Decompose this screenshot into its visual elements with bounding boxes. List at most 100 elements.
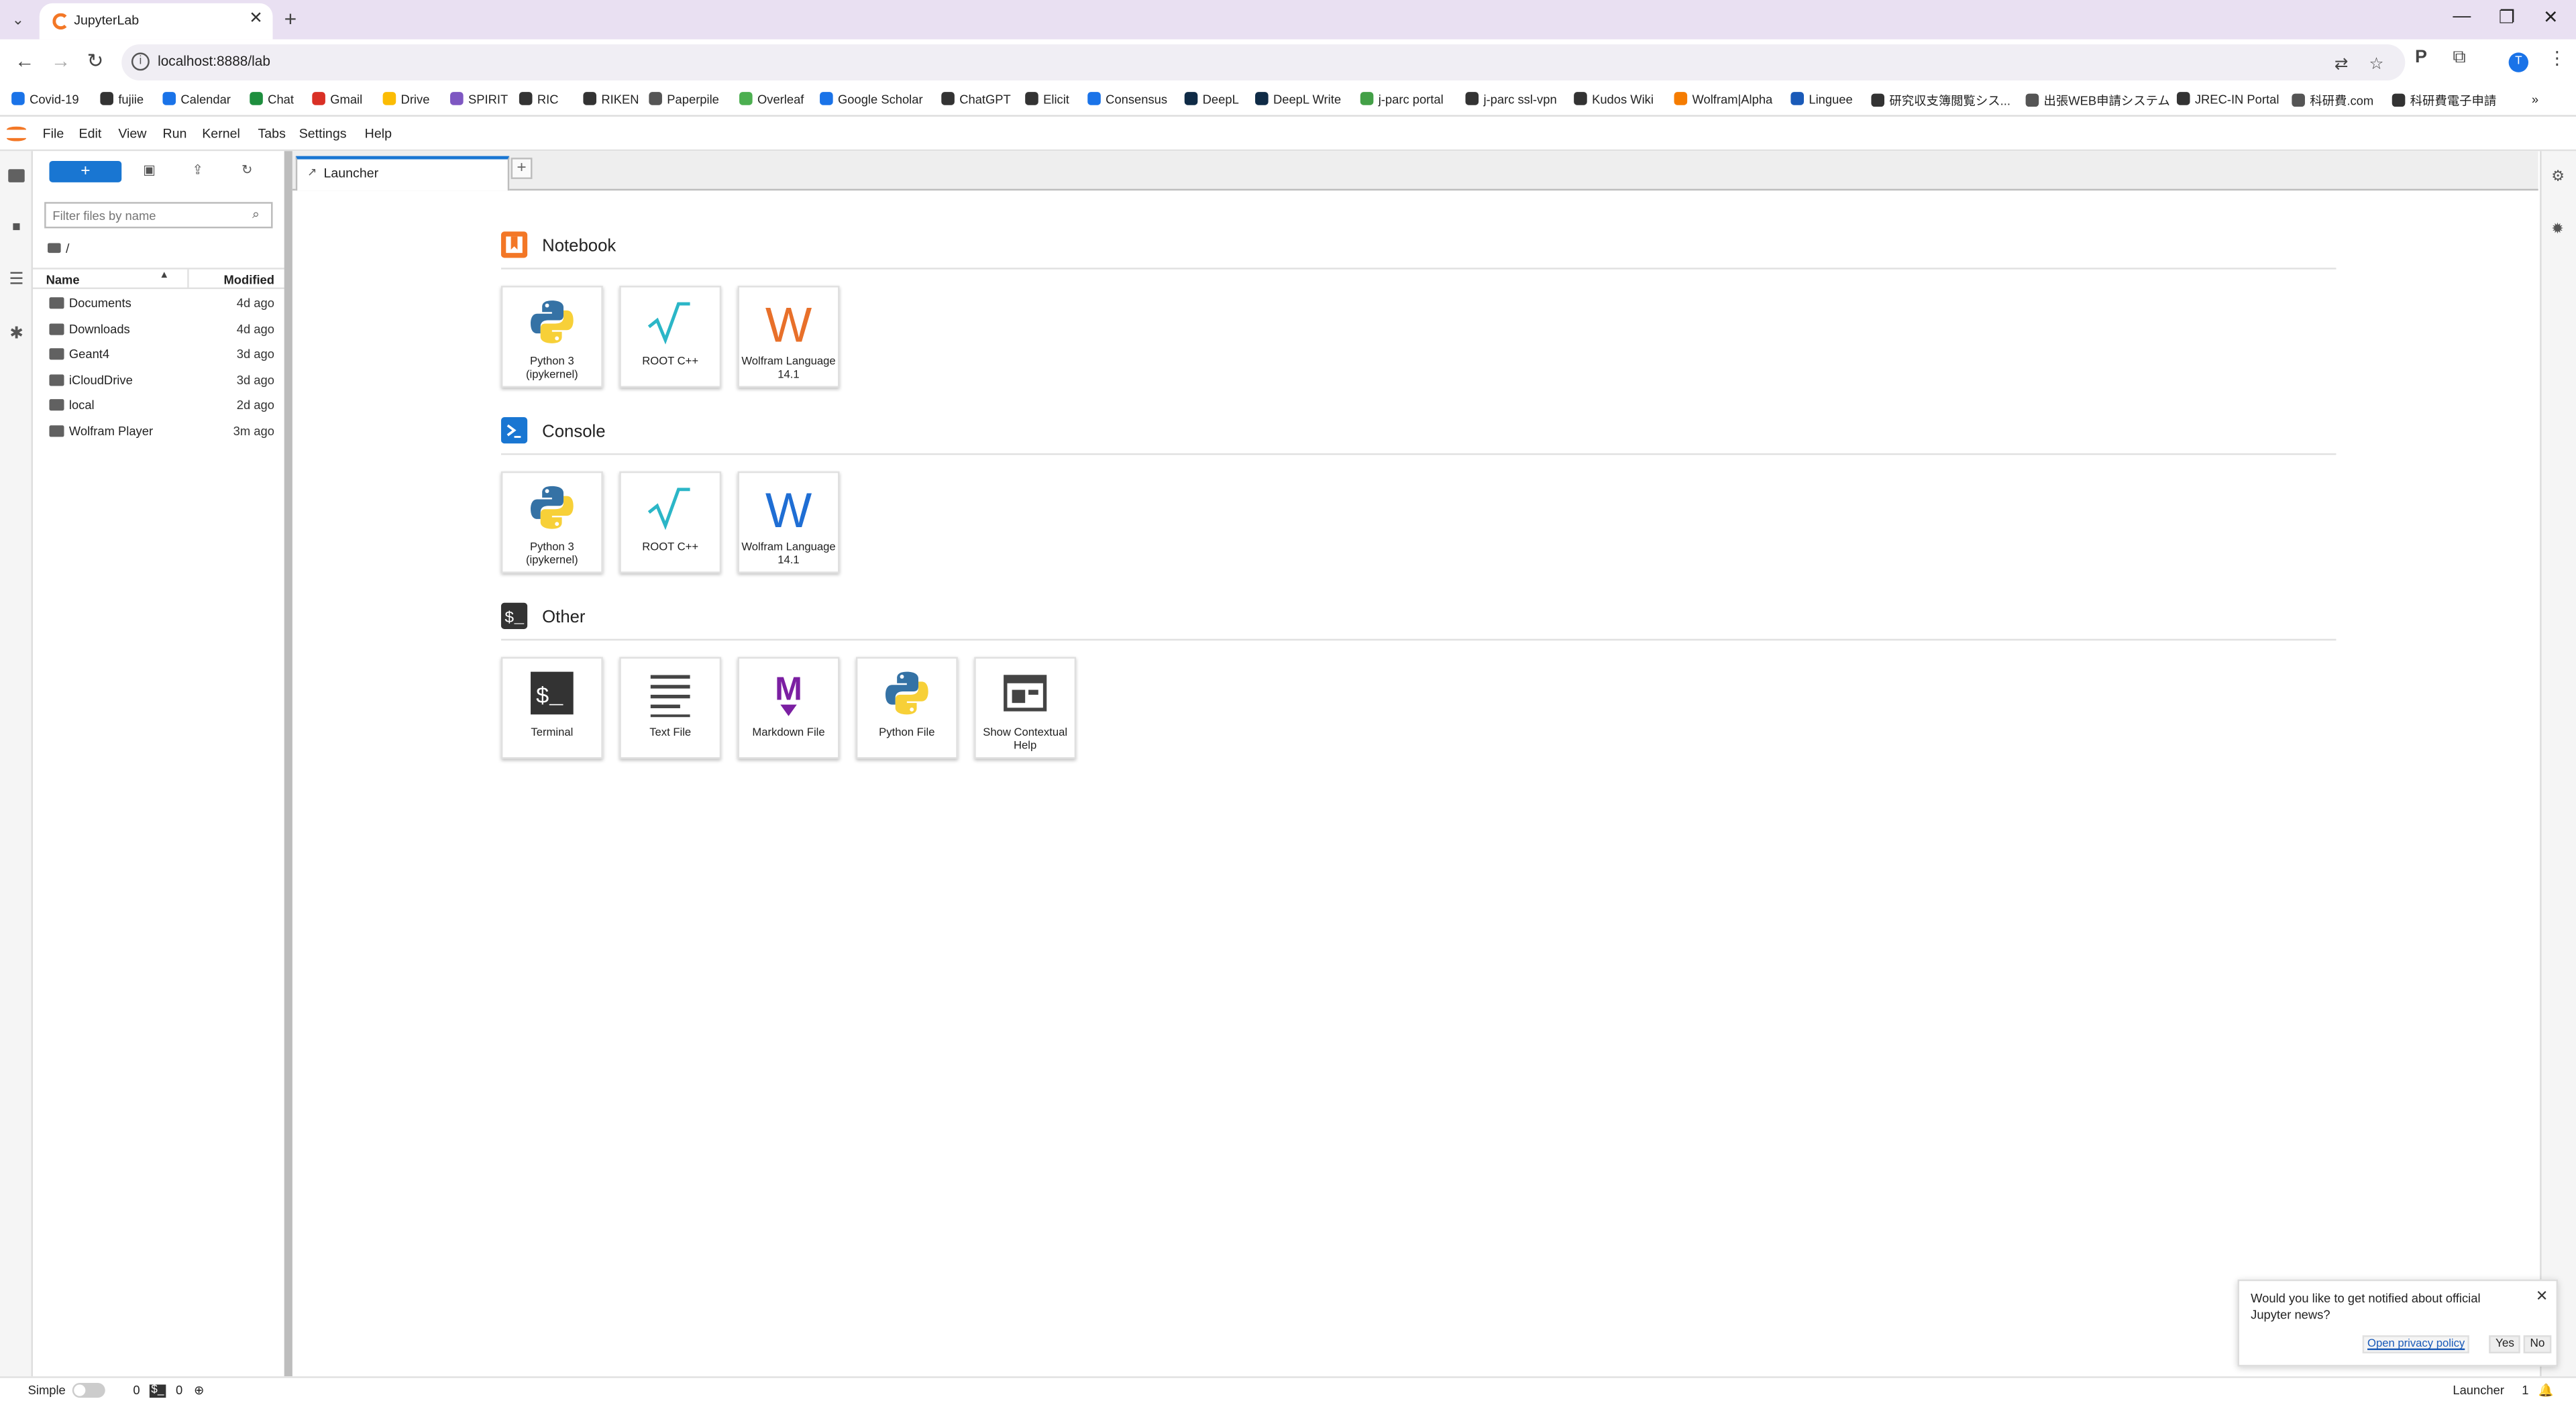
- table-of-contents-icon[interactable]: ☰: [7, 271, 26, 290]
- menu-file[interactable]: File: [43, 127, 64, 142]
- bookmark-item[interactable]: 科研費.com: [2292, 92, 2373, 110]
- bookmark-item[interactable]: Chat: [250, 92, 294, 107]
- file-browser-folder-icon[interactable]: [8, 169, 25, 182]
- menu-kernel[interactable]: Kernel: [202, 127, 240, 142]
- bookmark-star-icon[interactable]: ☆: [2369, 56, 2383, 74]
- file-filter-field[interactable]: [52, 207, 233, 225]
- column-modified-header[interactable]: Modified: [223, 273, 274, 288]
- menu-edit[interactable]: Edit: [79, 127, 102, 142]
- bookmark-item[interactable]: ChatGPT: [941, 92, 1011, 107]
- site-info-icon[interactable]: i: [131, 52, 150, 71]
- bookmark-item[interactable]: fujiie: [100, 92, 144, 107]
- language-globe-icon[interactable]: ⊕: [194, 1383, 204, 1398]
- bookmark-item[interactable]: Elicit: [1025, 92, 1069, 107]
- bookmark-item[interactable]: Consensus: [1087, 92, 1167, 107]
- bookmark-item[interactable]: 出張WEB申請システム: [2025, 92, 2170, 110]
- url-text[interactable]: localhost:8888/lab: [158, 52, 270, 68]
- tab-launcher[interactable]: ↗ Launcher: [295, 156, 510, 191]
- column-divider[interactable]: [187, 269, 189, 290]
- bookmark-item[interactable]: RIKEN: [583, 92, 639, 107]
- refresh-icon[interactable]: ↻: [241, 162, 252, 177]
- bookmark-item[interactable]: Kudos Wiki: [1574, 92, 1654, 107]
- new-folder-icon[interactable]: ▣: [143, 162, 156, 177]
- card-python-file[interactable]: Python File: [855, 657, 958, 759]
- card-terminal[interactable]: $_ Terminal: [500, 657, 603, 759]
- bookmark-item[interactable]: j-parc ssl-vpn: [1465, 92, 1557, 107]
- menu-tabs[interactable]: Tabs: [258, 127, 285, 142]
- bookmark-item[interactable]: Overleaf: [739, 92, 804, 107]
- breadcrumb-root[interactable]: /: [66, 241, 69, 256]
- close-tab-icon[interactable]: ✕: [249, 10, 263, 28]
- sort-ascending-icon[interactable]: ▲: [160, 271, 170, 281]
- avatar[interactable]: T: [2508, 52, 2529, 72]
- menu-view[interactable]: View: [118, 127, 146, 142]
- bookmark-item[interactable]: RIC: [519, 92, 558, 107]
- extensions-icon[interactable]: ⧉: [2453, 48, 2465, 69]
- privacy-policy-link[interactable]: Open privacy policy: [2362, 1335, 2470, 1353]
- bookmark-item[interactable]: Drive: [382, 92, 429, 107]
- running-kernels-icon[interactable]: ⏹: [7, 219, 26, 238]
- bookmark-item[interactable]: DeepL Write: [1255, 92, 1341, 107]
- new-launcher-tab-button[interactable]: +: [511, 158, 533, 179]
- restore-icon[interactable]: ❐: [2499, 7, 2515, 27]
- bookmark-item[interactable]: Paperpile: [649, 92, 719, 107]
- forward-icon[interactable]: →: [51, 49, 70, 72]
- card-console-wolfram[interactable]: W Wolfram Language 14.1: [737, 471, 840, 573]
- card-console-python3[interactable]: Python 3 (ipykernel): [500, 471, 603, 573]
- more-menu-icon[interactable]: ⋮: [2548, 48, 2566, 68]
- bookmark-item[interactable]: SPIRIT: [450, 92, 508, 107]
- file-filter-input[interactable]: ⌕: [44, 202, 273, 229]
- sidebar-splitter[interactable]: [284, 151, 292, 1377]
- menu-help[interactable]: Help: [365, 127, 392, 142]
- terminal-count[interactable]: 0: [176, 1383, 182, 1398]
- menu-run[interactable]: Run: [162, 127, 186, 142]
- bookmarks-overflow-icon[interactable]: »: [2532, 92, 2538, 107]
- column-name-header[interactable]: Name: [46, 273, 80, 288]
- file-list-item[interactable]: Downloads 4d ago: [33, 316, 284, 341]
- menu-settings[interactable]: Settings: [299, 127, 347, 142]
- yes-button[interactable]: Yes: [2489, 1335, 2521, 1353]
- paperpile-extension-icon[interactable]: P: [2415, 48, 2427, 67]
- file-list-item[interactable]: Geant4 3d ago: [33, 341, 284, 366]
- file-list-item[interactable]: Documents 4d ago: [33, 290, 284, 315]
- notification-count[interactable]: 1: [2522, 1383, 2528, 1398]
- file-list-item[interactable]: local 2d ago: [33, 392, 284, 417]
- bookmark-item[interactable]: Google Scholar: [820, 92, 923, 107]
- card-notebook-root-cpp[interactable]: ROOT C++: [619, 286, 722, 388]
- window-close-icon[interactable]: ✕: [2543, 7, 2559, 27]
- bookmark-item[interactable]: Calendar: [162, 92, 231, 107]
- bookmark-item[interactable]: Wolfram|Alpha: [1674, 92, 1772, 107]
- new-tab-icon[interactable]: +: [284, 7, 297, 32]
- upload-icon[interactable]: ⇪: [193, 162, 203, 177]
- bookmark-item[interactable]: Gmail: [312, 92, 362, 107]
- extension-manager-icon[interactable]: ✱: [7, 325, 26, 345]
- simple-mode-toggle[interactable]: [72, 1383, 105, 1398]
- translate-icon[interactable]: ⇄: [2334, 56, 2349, 74]
- card-markdown-file[interactable]: M Markdown File: [737, 657, 840, 759]
- reload-icon[interactable]: ↻: [87, 49, 104, 72]
- file-list-item[interactable]: Wolfram Player 3m ago: [33, 418, 284, 443]
- property-inspector-icon[interactable]: ⚙: [2551, 168, 2565, 186]
- notification-bell-icon[interactable]: 🔔: [2538, 1383, 2554, 1398]
- breadcrumb[interactable]: /: [48, 241, 69, 256]
- card-text-file[interactable]: Text File: [619, 657, 722, 759]
- bookmark-item[interactable]: 研究収支簿閲覧シス...: [1871, 92, 2010, 110]
- new-launcher-button[interactable]: +: [49, 161, 122, 182]
- bookmark-item[interactable]: Covid-19: [11, 92, 79, 107]
- close-icon[interactable]: ✕: [2536, 1288, 2548, 1306]
- file-list-item[interactable]: iCloudDrive 3d ago: [33, 367, 284, 392]
- bookmark-item[interactable]: 科研費電子申請: [2392, 92, 2496, 110]
- bookmark-item[interactable]: j-parc portal: [1360, 92, 1444, 107]
- tab-search-icon[interactable]: ⌄: [7, 8, 30, 31]
- minimize-icon[interactable]: —: [2453, 7, 2471, 26]
- bookmark-item[interactable]: Linguee: [1790, 92, 1853, 107]
- card-notebook-wolfram[interactable]: W Wolfram Language 14.1: [737, 286, 840, 388]
- debugger-bug-icon[interactable]: ✹: [2551, 220, 2563, 238]
- kernel-count[interactable]: 0: [133, 1383, 140, 1398]
- card-contextual-help[interactable]: Show Contextual Help: [974, 657, 1077, 759]
- bookmark-item[interactable]: JREC-IN Portal: [2176, 92, 2279, 107]
- card-notebook-python3[interactable]: Python 3 (ipykernel): [500, 286, 603, 388]
- back-icon[interactable]: ←: [15, 49, 34, 72]
- card-console-root-cpp[interactable]: ROOT C++: [619, 471, 722, 573]
- omnibox[interactable]: i localhost:8888/lab ⇄ ☆: [121, 44, 2406, 81]
